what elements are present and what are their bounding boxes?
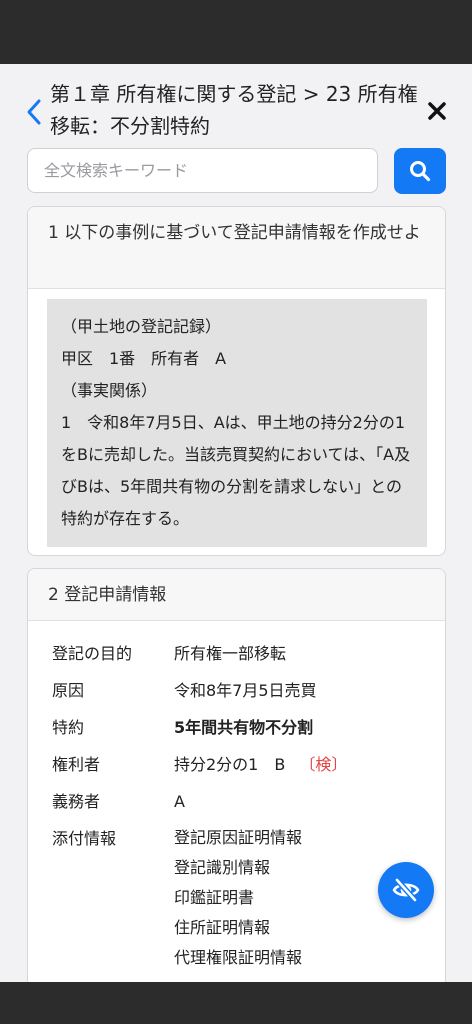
chevron-left-icon xyxy=(27,99,41,125)
row-label: 権利者 xyxy=(52,755,101,774)
table-row: 義務者 A xyxy=(52,783,432,820)
navigation-bar xyxy=(0,982,472,1024)
row-label: 特約 xyxy=(52,718,85,737)
facts-line: （事実関係） xyxy=(61,381,158,400)
back-button[interactable] xyxy=(24,98,44,126)
facts-line: 1 令和8年7月5日、Aは、甲土地の持分2分の1をBに売却した。当該売買契約にお… xyxy=(61,413,411,528)
list-item: 登記原因証明情報 xyxy=(174,828,303,847)
answer-card: 2 登記申請情報 登記の目的 所有権一部移転 原因 令和8年7月5日売買 特約 … xyxy=(27,568,446,988)
row-value: A xyxy=(174,792,185,811)
row-label: 原因 xyxy=(52,681,85,700)
application-rows: 登記の目的 所有権一部移転 原因 令和8年7月5日売買 特約 5年間共有物不分割… xyxy=(52,635,432,973)
header: 第１章 所有権に関する登記 > 23 所有権移転：不分割特約 xyxy=(0,64,472,146)
table-row: 権利者 持分2分の1 B 〔検〕 xyxy=(52,746,432,783)
question-card: 1 以下の事例に基づいて登記申請情報を作成せよ （甲土地の登記記録） 甲区 1番… xyxy=(27,206,446,556)
question-heading: 1 以下の事例に基づいて登記申請情報を作成せよ xyxy=(28,207,445,289)
row-label: 義務者 xyxy=(52,792,101,811)
inspect-badge: 〔検〕 xyxy=(299,755,348,774)
row-value: 持分2分の1 B 〔検〕 xyxy=(174,746,432,783)
search-button[interactable] xyxy=(394,148,446,194)
facts-line: （甲土地の登記記録） xyxy=(61,317,222,336)
search-icon xyxy=(410,161,431,182)
close-icon xyxy=(428,102,446,120)
status-bar xyxy=(0,0,472,64)
answer-heading: 2 登記申請情報 xyxy=(28,569,445,621)
table-row: 特約 5年間共有物不分割 xyxy=(52,709,432,746)
list-item: 住所証明情報 xyxy=(174,918,271,937)
facts-box: （甲土地の登記記録） 甲区 1番 所有者 A （事実関係） 1 令和8年7月5日… xyxy=(47,299,427,547)
eye-off-icon xyxy=(392,877,420,903)
table-row: 登記の目的 所有権一部移転 xyxy=(52,635,432,672)
row-label: 添付情報 xyxy=(52,829,117,848)
list-item: 代理権限証明情報 xyxy=(174,948,303,967)
row-value: 所有権一部移転 xyxy=(174,644,287,663)
close-button[interactable] xyxy=(426,100,448,122)
row-label: 登記の目的 xyxy=(52,644,133,663)
search-input[interactable] xyxy=(27,148,378,193)
page-title: 第１章 所有権に関する登記 > 23 所有権移転：不分割特約 xyxy=(50,82,418,138)
facts-line: 甲区 1番 所有者 A xyxy=(61,349,227,368)
rights-holder-value: 持分2分の1 B xyxy=(174,755,286,774)
table-row: 添付情報 登記原因証明情報 登記識別情報 印鑑証明書 住所証明情報 代理権限証明… xyxy=(52,820,432,973)
table-row: 原因 令和8年7月5日売買 xyxy=(52,672,432,709)
special-clause-value: 5年間共有物不分割 xyxy=(174,718,314,737)
toggle-visibility-button[interactable] xyxy=(378,862,434,918)
row-value: 令和8年7月5日売買 xyxy=(174,681,317,700)
